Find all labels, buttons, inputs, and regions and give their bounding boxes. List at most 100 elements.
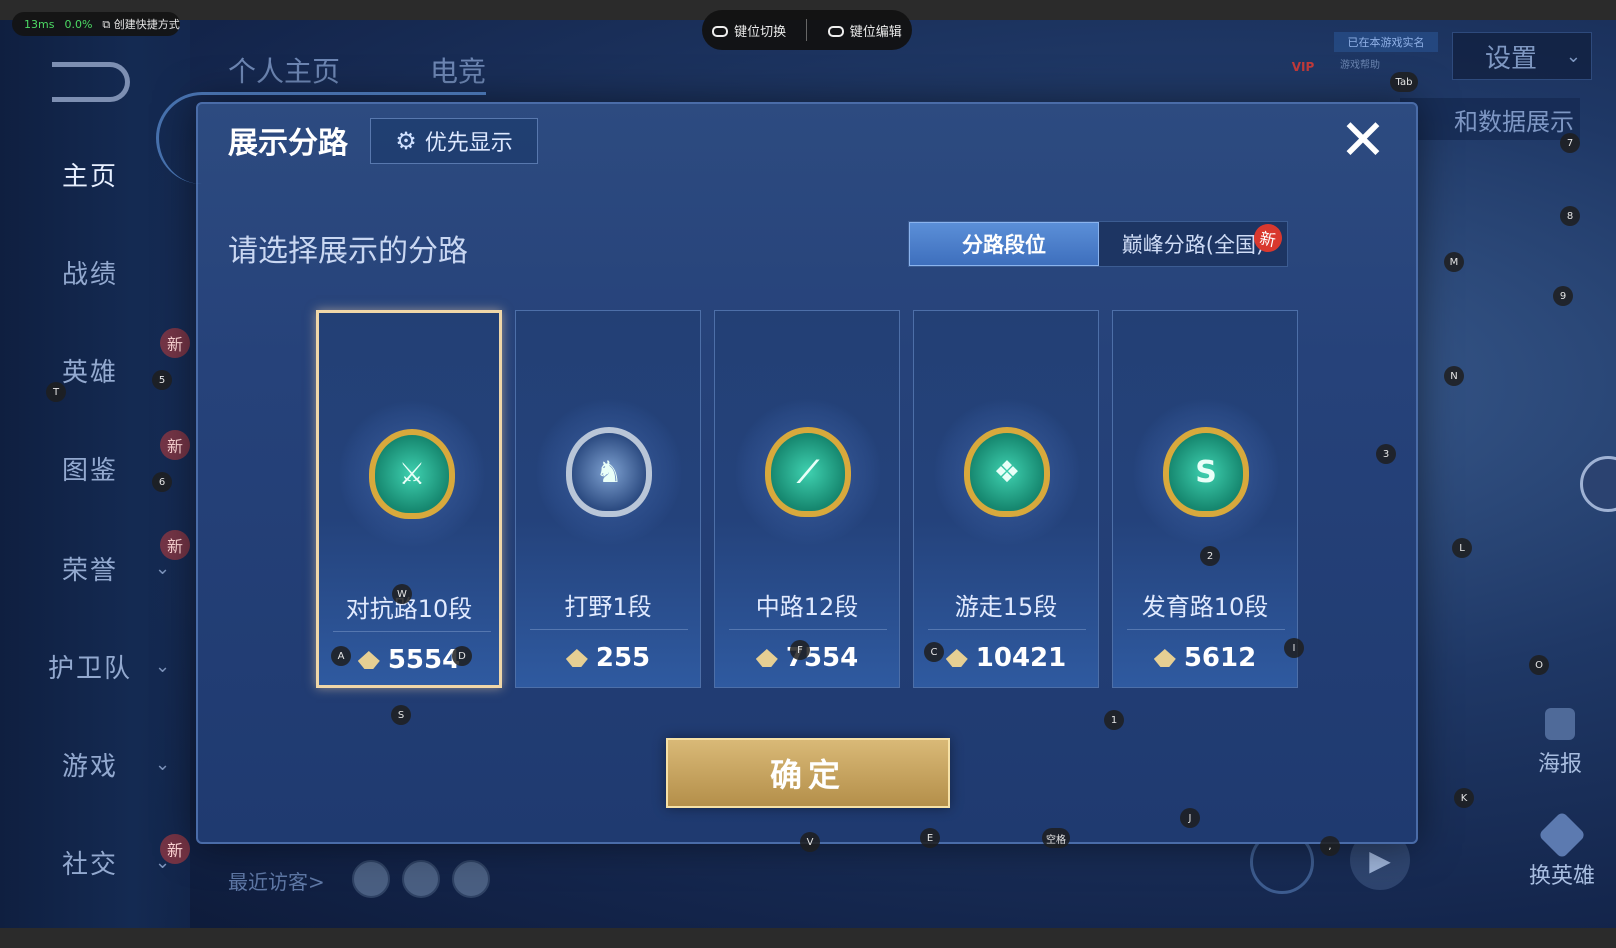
gamepad-icon xyxy=(827,25,844,37)
key-switch-label: 键位切换 xyxy=(734,24,787,40)
farm-lane-icon: S xyxy=(1163,427,1249,517)
perf-indicator: 13ms 0.0% ⧉ 创建快捷方式 xyxy=(12,12,180,36)
key-marker[interactable]: 7 xyxy=(1560,133,1580,153)
separator xyxy=(806,19,808,41)
points-value: 5612 xyxy=(1183,643,1257,673)
lane-card-farm[interactable]: S 发育路10段 5612 xyxy=(1112,310,1298,688)
key-marker[interactable]: 5 xyxy=(152,370,172,390)
nav-label: 战绩 xyxy=(61,259,118,290)
points-icon xyxy=(945,649,968,667)
status-tag: 已在本游戏实名 xyxy=(1334,32,1438,52)
nav-label: 护卫队 xyxy=(47,653,132,684)
nav-item-guard[interactable]: 护卫队 ⌄ xyxy=(0,636,180,696)
key-marker[interactable]: N xyxy=(1444,366,1464,386)
chevron-down-icon: ⌄ xyxy=(155,753,173,775)
poster-label: 海报 xyxy=(1537,752,1582,777)
new-badge: 新 xyxy=(160,530,190,560)
key-marker[interactable]: V xyxy=(800,832,820,852)
key-marker[interactable]: M xyxy=(1444,252,1464,272)
key-marker[interactable]: Tab xyxy=(1390,72,1418,92)
new-badge: 新 xyxy=(160,430,190,460)
key-marker[interactable]: S xyxy=(391,705,411,725)
swap-hero-icon xyxy=(1537,810,1587,860)
key-marker[interactable]: 6 xyxy=(152,472,172,492)
key-marker[interactable]: T xyxy=(46,382,66,402)
key-marker[interactable]: E xyxy=(920,828,940,848)
key-marker[interactable]: 2 xyxy=(1200,546,1220,566)
dialog-title: 展示分路 xyxy=(228,126,348,161)
avatar[interactable] xyxy=(402,860,440,898)
points-value: 5554 xyxy=(387,645,461,675)
priority-label: 优先显示 xyxy=(424,131,513,156)
key-marker[interactable]: O xyxy=(1529,655,1549,675)
key-switch-button[interactable]: 键位切换 xyxy=(712,21,786,40)
nav-item-games[interactable]: 游戏 ⌄ xyxy=(0,734,180,794)
lane-points: 5612 xyxy=(1113,643,1297,673)
key-marker[interactable]: K xyxy=(1454,788,1474,808)
nav-label: 荣誉 xyxy=(61,555,118,586)
lane-tabs: 分路段位 巅峰分路(全国) xyxy=(908,221,1288,267)
chevron-down-icon: ⌄ xyxy=(155,655,173,677)
lane-points: 255 xyxy=(516,643,700,673)
nav-item-social[interactable]: 社交 ⌄ xyxy=(0,832,180,892)
new-badge: 新 xyxy=(160,328,190,358)
key-marker[interactable]: J xyxy=(1180,808,1200,828)
key-marker[interactable]: , xyxy=(1320,836,1340,856)
key-marker[interactable]: 3 xyxy=(1376,444,1396,464)
nav-item-honor[interactable]: 荣誉 ⌄ xyxy=(0,538,180,598)
divider xyxy=(729,629,887,630)
latency-value: 13ms xyxy=(24,17,55,31)
nav-item-home[interactable]: 主页 xyxy=(0,144,180,204)
points-icon xyxy=(565,649,588,667)
poster-icon xyxy=(1545,708,1575,740)
keymap-toolbar: 键位切换 键位编辑 xyxy=(702,10,912,50)
key-marker[interactable]: 9 xyxy=(1553,286,1573,306)
window-frame-bottom xyxy=(0,928,1616,948)
vip-badge[interactable]: VIP xyxy=(1286,30,1320,74)
points-icon xyxy=(1153,649,1176,667)
gamepad-icon xyxy=(712,25,729,37)
key-marker[interactable]: D xyxy=(452,646,472,666)
key-edit-button[interactable]: 键位编辑 xyxy=(827,21,902,40)
lane-name: 打野1段 xyxy=(564,593,652,621)
key-marker[interactable]: L xyxy=(1452,538,1472,558)
status-sub: 游戏帮助 xyxy=(1340,60,1380,71)
lane-card-mid[interactable]: ⟋ 中路12段 7554 xyxy=(714,310,900,688)
loss-value: 0.0% xyxy=(64,17,93,31)
priority-display-button[interactable]: ⚙ 优先显示 xyxy=(370,118,538,164)
key-marker[interactable]: 1 xyxy=(1104,710,1124,730)
avatar[interactable] xyxy=(452,860,490,898)
key-marker[interactable]: I xyxy=(1284,638,1304,658)
points-value: 10421 xyxy=(975,643,1067,673)
divider xyxy=(530,629,688,630)
tab-profile[interactable]: 个人主页 xyxy=(228,50,340,90)
lane-card-top[interactable]: ⚔ 对抗路10段 5554 xyxy=(316,310,502,688)
points-icon xyxy=(755,649,778,667)
key-marker[interactable]: 空格 xyxy=(1042,828,1070,848)
avatar[interactable] xyxy=(352,860,390,898)
recent-visitors-label[interactable]: 最近访客> xyxy=(228,866,325,895)
poster-button[interactable]: 海报 xyxy=(1520,708,1600,778)
nav-label: 英雄 xyxy=(61,357,118,388)
create-shortcut-link[interactable]: ⧉ 创建快捷方式 xyxy=(102,16,179,32)
key-marker[interactable]: A xyxy=(331,646,351,666)
nav-item-heroes[interactable]: 英雄 xyxy=(0,340,180,400)
key-marker[interactable]: F xyxy=(790,640,810,660)
nav-label: 社交 xyxy=(61,849,118,880)
tab-lane-rank[interactable]: 分路段位 xyxy=(909,222,1099,266)
nav-item-codex[interactable]: 图鉴 xyxy=(0,438,180,498)
swap-hero-button[interactable]: 换英雄 xyxy=(1520,810,1604,890)
lane-card-jungle[interactable]: ♞ 打野1段 255 xyxy=(515,310,701,688)
data-display-label[interactable]: 和数据展示 xyxy=(1400,98,1580,140)
confirm-button[interactable]: 确定 xyxy=(666,738,950,808)
tab-esports[interactable]: 电竞 xyxy=(430,50,486,90)
key-marker[interactable]: 8 xyxy=(1560,206,1580,226)
settings-button[interactable]: 设置 ⌄ xyxy=(1452,32,1592,80)
key-marker[interactable]: C xyxy=(924,642,944,662)
back-icon[interactable] xyxy=(52,62,130,102)
lane-card-roam[interactable]: ❖ 游走15段 10421 xyxy=(913,310,1099,688)
nav-item-records[interactable]: 战绩 xyxy=(0,242,180,302)
close-icon[interactable]: ✕ xyxy=(1334,112,1392,170)
key-marker[interactable]: W xyxy=(392,584,412,604)
lane-name: 中路12段 xyxy=(755,593,859,621)
